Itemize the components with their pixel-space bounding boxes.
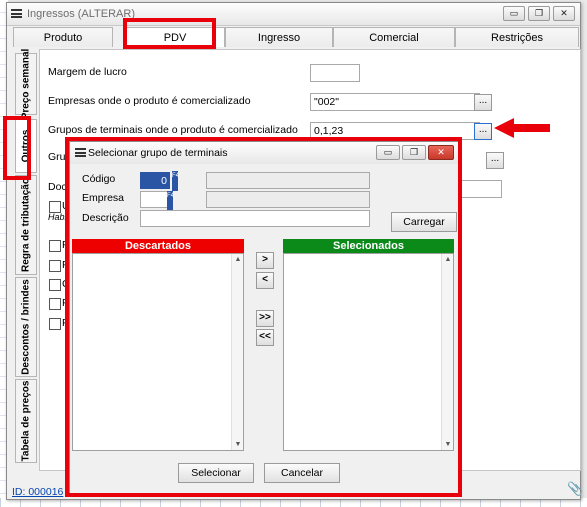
margem-label: Margem de lucro [48, 66, 127, 78]
empresas-lookup-button[interactable]: ... [474, 94, 492, 111]
partial-lookup-button[interactable]: ... [486, 152, 504, 169]
partial-label-habi: Habi [48, 212, 67, 222]
side-tabs: Preço semanal Outros Regra de tributação… [15, 49, 37, 463]
close-button[interactable]: ✕ [553, 6, 575, 21]
partial-label-doc: Doc [48, 181, 67, 193]
restore-button[interactable]: ❐ [528, 6, 550, 21]
tab-restricoes[interactable]: Restrições [455, 27, 579, 47]
margem-input[interactable] [310, 64, 360, 82]
checkbox-3[interactable] [49, 279, 61, 291]
tab-comercial[interactable]: Comercial [333, 27, 455, 47]
paperclip-icon[interactable]: 📎 [567, 481, 583, 497]
checkbox-5[interactable] [49, 318, 61, 330]
side-tab-preco-semanal[interactable]: Preço semanal [15, 49, 37, 119]
record-id-link[interactable]: ID: 000016 [12, 486, 63, 498]
checkbox-4[interactable] [49, 298, 61, 310]
empresas-label: Empresas onde o produto é comercializado [48, 95, 251, 107]
menu-icon[interactable] [11, 9, 22, 18]
minimize-button[interactable]: ▭ [503, 6, 525, 21]
grupos-lookup-button[interactable]: ... [474, 123, 492, 140]
tab-produto[interactable]: Produto [13, 27, 113, 47]
checkbox-2[interactable] [49, 260, 61, 272]
highlight-pdv-tab [123, 18, 216, 49]
highlight-dialog [65, 137, 462, 497]
partial-doc-input[interactable] [460, 180, 502, 198]
side-tab-tabela-precos[interactable]: Tabela de preços [15, 379, 37, 463]
tab-bar: Produto PDV Ingresso Comercial Restriçõe… [13, 27, 579, 47]
checkbox-1[interactable] [49, 240, 61, 252]
side-tab-regra-tributacao[interactable]: Regra de tributação [15, 175, 37, 275]
grupos-label: Grupos de terminais onde o produto é com… [48, 124, 298, 136]
highlight-outros-tab [3, 116, 31, 180]
window-title: Ingressos (ALTERAR) [27, 8, 135, 20]
side-tab-descontos-brindes[interactable]: Descontos / brindes [15, 277, 37, 377]
red-arrow-icon [494, 118, 550, 138]
tab-ingresso[interactable]: Ingresso [225, 27, 333, 47]
main-title-bar: Ingressos (ALTERAR) ▭ ❐ ✕ [7, 3, 580, 26]
empresas-input[interactable]: "002" [310, 93, 480, 111]
